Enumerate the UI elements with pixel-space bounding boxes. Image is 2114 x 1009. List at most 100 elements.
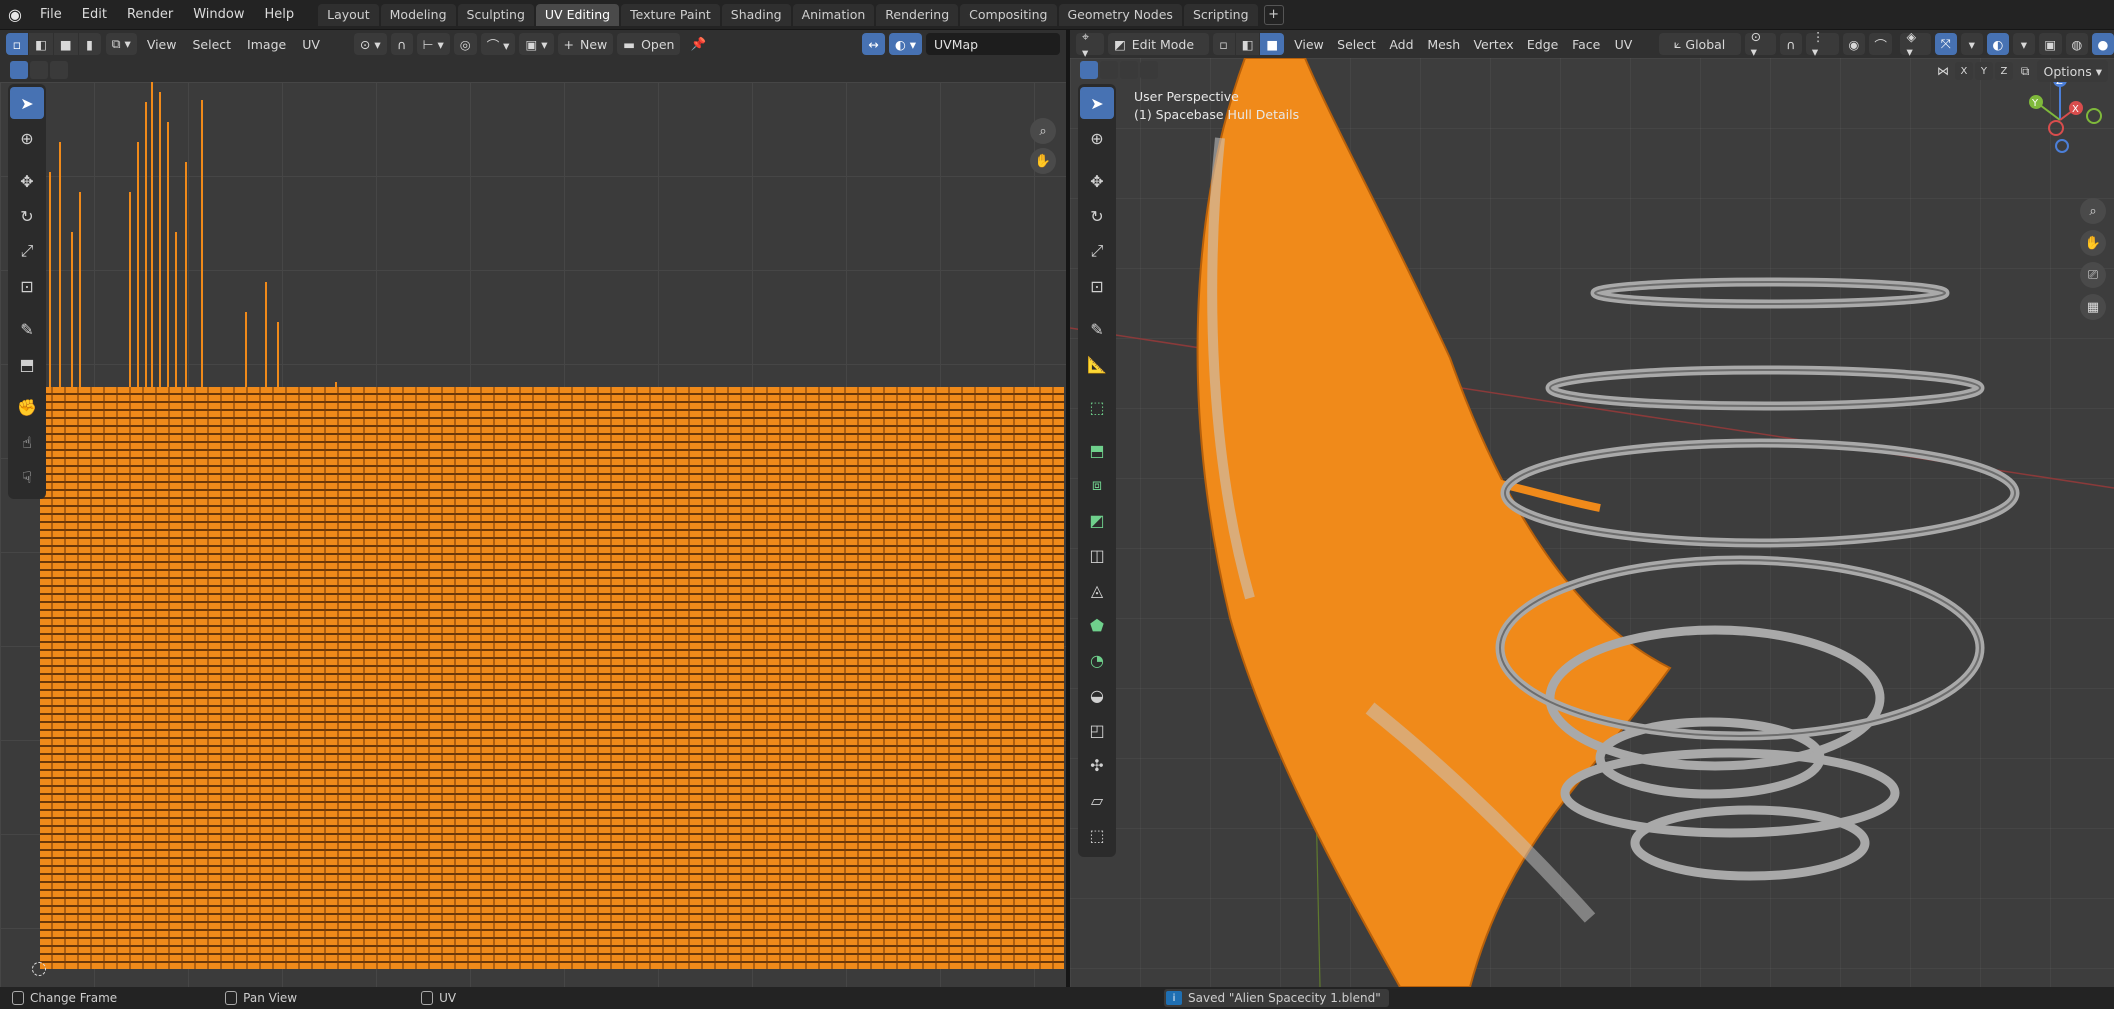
uv-map-field[interactable]: UVMap [926, 33, 1060, 55]
proportional-edit-icon[interactable]: ◎ [453, 33, 477, 55]
rip-tool-icon[interactable]: ⬒ [10, 348, 44, 380]
tab-sculpting[interactable]: Sculpting [457, 3, 534, 26]
image-browse-icon[interactable]: ▣ ▾ [519, 33, 554, 55]
orientation-dropdown[interactable]: ⟀ Global [1658, 33, 1741, 55]
vp-menu-vertex[interactable]: Vertex [1469, 33, 1518, 55]
vp-select-invert-icon[interactable] [1140, 61, 1158, 79]
pan-hand-icon[interactable]: ✋ [1030, 148, 1056, 174]
vp-cursor-tool-icon[interactable]: ⊕ [1080, 122, 1114, 154]
pinch-tool-icon[interactable]: ☟ [10, 461, 44, 493]
zoom-icon[interactable]: ⌕ [1030, 118, 1056, 144]
edge-slide-tool-icon[interactable]: ◰ [1080, 714, 1114, 746]
uv-menu-image[interactable]: Image [241, 33, 292, 55]
options-dropdown[interactable]: Options ▾ [2037, 60, 2108, 82]
bevel-tool-icon[interactable]: ◩ [1080, 504, 1114, 536]
vp-transform-tool-icon[interactable]: ⊡ [1080, 270, 1114, 302]
uv-menu-uv[interactable]: UV [296, 33, 326, 55]
xray-icon[interactable]: ▣ [2038, 33, 2062, 55]
rotate-tool-icon[interactable]: ↻ [10, 200, 44, 232]
gizmo-toggle-icon[interactable]: ⤧ [1934, 33, 1957, 55]
vp-snap-target-icon[interactable]: ⋮ ▾ [1805, 30, 1839, 59]
gizmo-dropdown-icon[interactable]: ▾ [1960, 33, 1983, 55]
menu-edit[interactable]: Edit [72, 0, 117, 30]
grab-tool-icon[interactable]: ✊ [10, 391, 44, 423]
relax-tool-icon[interactable]: ☝ [10, 426, 44, 458]
extrude-tool-icon[interactable]: ⬒ [1080, 434, 1114, 466]
mode-dropdown[interactable]: ◩ Edit Mode [1107, 33, 1209, 55]
add-cube-tool-icon[interactable]: ⬚ [1080, 391, 1114, 423]
mirror-x-toggle[interactable]: X [1954, 62, 1973, 80]
transform-tool-icon[interactable]: ⊡ [10, 270, 44, 302]
inset-tool-icon[interactable]: ⧈ [1080, 469, 1114, 501]
vp-pivot-icon[interactable]: ⊙ ▾ [1744, 30, 1776, 59]
tab-rendering[interactable]: Rendering [876, 3, 959, 26]
vp-snap-icon[interactable]: ∩ [1779, 33, 1802, 55]
loop-cut-tool-icon[interactable]: ◫ [1080, 539, 1114, 571]
edge-mode-icon[interactable]: ◧ [1235, 33, 1260, 55]
mirror-z-toggle[interactable]: Z [1994, 62, 2013, 80]
tab-uv-editing[interactable]: UV Editing [535, 3, 620, 26]
measure-tool-icon[interactable]: 📐 [1080, 348, 1114, 380]
vp-move-tool-icon[interactable]: ✥ [1080, 165, 1114, 197]
vp-menu-edge[interactable]: Edge [1522, 33, 1563, 55]
open-image-button[interactable]: ▬ Open [617, 33, 681, 55]
pin-icon[interactable]: 📌 [684, 33, 712, 55]
vp-menu-add[interactable]: Add [1384, 33, 1418, 55]
viewport-editor-type-icon[interactable]: ⌖ ▾ [1076, 30, 1104, 60]
uv-canvas[interactable]: ⌕ ✋ [0, 82, 1066, 987]
vp-scale-tool-icon[interactable]: ⤢ [1080, 235, 1114, 267]
vp-select-extend-icon[interactable] [1100, 61, 1118, 79]
tab-scripting[interactable]: Scripting [1183, 3, 1258, 26]
face-mode-icon[interactable]: ■ [1260, 33, 1285, 55]
vp-select-tool-icon[interactable]: ➤ [1080, 87, 1114, 119]
vp-annotate-tool-icon[interactable]: ✎ [1080, 313, 1114, 345]
tab-compositing[interactable]: Compositing [960, 3, 1057, 26]
vp-rotate-tool-icon[interactable]: ↻ [1080, 200, 1114, 232]
vp-select-new-icon[interactable] [1080, 61, 1098, 79]
rip-region-tool-icon[interactable]: ⬚ [1080, 819, 1114, 851]
edge-select-icon[interactable]: ◧ [29, 33, 53, 55]
menu-help[interactable]: Help [255, 0, 305, 30]
shrink-fatten-tool-icon[interactable]: ✣ [1080, 749, 1114, 781]
island-select-icon[interactable]: ▮ [78, 33, 101, 55]
vertex-mode-icon[interactable]: ▫ [1212, 33, 1235, 55]
sync-selection-icon[interactable]: ↔ [862, 33, 885, 55]
snap-icon[interactable]: ∩ [390, 33, 413, 55]
wireframe-shading-icon[interactable]: ◍ [2065, 33, 2088, 55]
smooth-tool-icon[interactable]: ◒ [1080, 679, 1114, 711]
menu-file[interactable]: File [30, 0, 72, 30]
tab-modeling[interactable]: Modeling [380, 3, 456, 26]
snap-target-icon[interactable]: ⊢ ▾ [416, 33, 450, 55]
vp-overlays-icon[interactable]: ◐ [1986, 33, 2009, 55]
falloff-icon[interactable]: ⌒ ▾ [480, 33, 516, 55]
vp-menu-mesh[interactable]: Mesh [1423, 33, 1465, 55]
vp-select-subtract-icon[interactable] [1120, 61, 1138, 79]
select-subtract-icon[interactable] [50, 61, 68, 79]
status-report[interactable]: i Saved "Alien Spacecity 1.blend" [1164, 989, 1389, 1007]
face-select-icon[interactable]: ■ [53, 33, 78, 55]
poly-build-tool-icon[interactable]: ⬟ [1080, 609, 1114, 641]
select-extend-icon[interactable] [30, 61, 48, 79]
uv-menu-view[interactable]: View [141, 33, 183, 55]
blender-logo-icon[interactable]: ◉ [0, 0, 30, 30]
menu-render[interactable]: Render [117, 0, 183, 30]
new-image-button[interactable]: + New [557, 33, 614, 55]
menu-window[interactable]: Window [183, 0, 254, 30]
viewport-canvas[interactable]: User Perspective (1) Spacebase Hull Deta… [1070, 58, 2114, 987]
editor-type-icon[interactable]: ⧉ ▾ [105, 33, 137, 55]
tab-geometry-nodes[interactable]: Geometry Nodes [1058, 3, 1182, 26]
overlays-icon[interactable]: ◐ ▾ [888, 33, 922, 55]
vp-menu-view[interactable]: View [1289, 33, 1328, 55]
tab-animation[interactable]: Animation [792, 3, 875, 26]
cursor-tool-icon[interactable]: ⊕ [10, 122, 44, 154]
visibility-icon[interactable]: ◈ ▾ [1900, 30, 1931, 59]
select-tool-icon[interactable]: ➤ [10, 87, 44, 119]
move-tool-icon[interactable]: ✥ [10, 165, 44, 197]
knife-tool-icon[interactable]: ◬ [1080, 574, 1114, 606]
shear-tool-icon[interactable]: ▱ [1080, 784, 1114, 816]
mirror-y-toggle[interactable]: Y [1974, 62, 1993, 80]
uv-menu-select[interactable]: Select [186, 33, 237, 55]
spin-tool-icon[interactable]: ◔ [1080, 644, 1114, 676]
vp-pan-hand-icon[interactable]: ✋ [2080, 230, 2106, 256]
ortho-grid-icon[interactable]: ▦ [2080, 294, 2106, 320]
